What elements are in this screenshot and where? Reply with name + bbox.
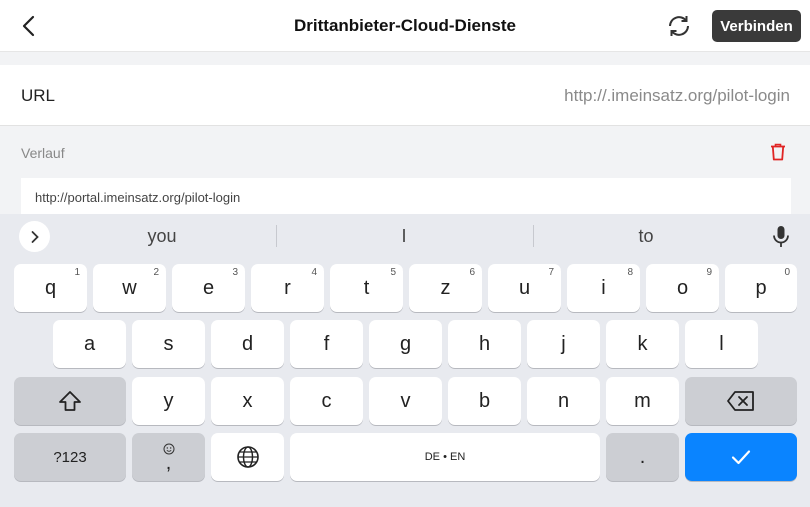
- history-item-url: http://portal.imeinsatz.org/pilot-login: [35, 190, 241, 205]
- expand-toolbar-button[interactable]: [19, 221, 50, 252]
- key-y[interactable]: y: [132, 377, 205, 425]
- key-h[interactable]: h: [448, 320, 521, 368]
- connect-button[interactable]: Verbinden: [712, 10, 801, 42]
- suggestion-divider: [533, 225, 534, 247]
- key-w[interactable]: w2: [93, 264, 166, 312]
- key-alt-label: 9: [706, 267, 712, 278]
- key-label: q: [44, 276, 57, 299]
- key-l[interactable]: l: [685, 320, 758, 368]
- key-u[interactable]: u7: [488, 264, 561, 312]
- suggestion-2[interactable]: I: [344, 226, 464, 247]
- shift-key[interactable]: [14, 377, 126, 425]
- globe-icon: [236, 446, 259, 468]
- refresh-icon: [669, 16, 689, 36]
- checkmark-icon: [731, 450, 751, 465]
- suggestion-bar: you I to: [0, 214, 810, 258]
- period-key[interactable]: .: [606, 433, 679, 481]
- key-e[interactable]: e3: [172, 264, 245, 312]
- key-label: p: [755, 276, 767, 299]
- key-label: ,: [165, 452, 172, 474]
- key-i[interactable]: i8: [567, 264, 640, 312]
- backspace-icon: [727, 391, 754, 411]
- suggestion-3[interactable]: to: [586, 226, 706, 247]
- key-alt-label: 7: [548, 267, 554, 278]
- key-alt-label: 0: [784, 267, 790, 278]
- chevron-right-icon: [31, 230, 39, 243]
- key-x[interactable]: x: [211, 377, 284, 425]
- key-label: e: [202, 276, 215, 299]
- symbols-key[interactable]: ?123: [14, 433, 126, 481]
- key-q[interactable]: q1: [14, 264, 87, 312]
- chevron-left-icon: [22, 15, 35, 37]
- key-c[interactable]: c: [290, 377, 363, 425]
- key-t[interactable]: t5: [330, 264, 403, 312]
- back-button[interactable]: [14, 12, 42, 40]
- key-label: u: [518, 276, 531, 299]
- key-g[interactable]: g: [369, 320, 442, 368]
- space-key[interactable]: DE • EN: [290, 433, 600, 481]
- key-n[interactable]: n: [527, 377, 600, 425]
- key-alt-label: 2: [153, 267, 159, 278]
- key-label: i: [601, 276, 606, 299]
- key-label: DE • EN: [424, 451, 466, 463]
- key-p[interactable]: p0: [725, 264, 797, 312]
- history-item[interactable]: http://portal.imeinsatz.org/pilot-login: [21, 178, 791, 216]
- key-alt-label: 6: [469, 267, 475, 278]
- key-b[interactable]: b: [448, 377, 521, 425]
- url-label: URL: [21, 86, 56, 105]
- suggestion-divider: [276, 225, 277, 247]
- key-a[interactable]: a: [53, 320, 126, 368]
- key-alt-label: 4: [311, 267, 317, 278]
- key-label: ?123: [53, 448, 87, 466]
- shift-icon: [59, 391, 81, 411]
- history-title: Verlauf: [21, 145, 65, 161]
- key-k[interactable]: k: [606, 320, 679, 368]
- voice-input-button[interactable]: [770, 224, 792, 250]
- language-key[interactable]: [211, 433, 284, 481]
- key-label: o: [676, 276, 689, 299]
- key-m[interactable]: m: [606, 377, 679, 425]
- backspace-key[interactable]: [685, 377, 797, 425]
- done-key[interactable]: [685, 433, 797, 481]
- key-r[interactable]: r4: [251, 264, 324, 312]
- key-j[interactable]: j: [527, 320, 600, 368]
- key-alt-label: 1: [74, 267, 80, 278]
- key-s[interactable]: s: [132, 320, 205, 368]
- on-screen-keyboard: you I to q1 w2 e3 r4 t5 z6 u7 i8 o9 p0 a…: [0, 214, 810, 507]
- history-section: Verlauf http://portal.imeinsatz.org/pilo…: [0, 126, 810, 216]
- url-input[interactable]: http://.imeinsatz.org/pilot-login: [564, 86, 790, 106]
- key-z[interactable]: z6: [409, 264, 482, 312]
- key-d[interactable]: d: [211, 320, 284, 368]
- key-alt-label: 3: [232, 267, 238, 278]
- key-label: t: [363, 276, 370, 299]
- section-divider: [0, 52, 810, 65]
- key-alt-label: 8: [627, 267, 633, 278]
- trash-icon: [771, 143, 785, 161]
- key-v[interactable]: v: [369, 377, 442, 425]
- key-alt-label: 5: [390, 267, 396, 278]
- microphone-icon: [773, 226, 789, 247]
- top-bar: Drittanbieter-Cloud-Dienste Verbinden: [0, 0, 810, 52]
- key-label: w: [122, 276, 137, 299]
- key-f[interactable]: f: [290, 320, 363, 368]
- key-label: z: [440, 276, 451, 299]
- key-label: .: [639, 445, 646, 468]
- key-label: r: [284, 276, 291, 299]
- key-o[interactable]: o9: [646, 264, 719, 312]
- refresh-button[interactable]: [664, 11, 694, 41]
- emoji-comma-key[interactable]: ,: [132, 433, 205, 481]
- suggestion-1[interactable]: you: [102, 226, 222, 247]
- clear-history-button[interactable]: [768, 142, 788, 162]
- url-field-row[interactable]: URL http://.imeinsatz.org/pilot-login: [0, 65, 810, 126]
